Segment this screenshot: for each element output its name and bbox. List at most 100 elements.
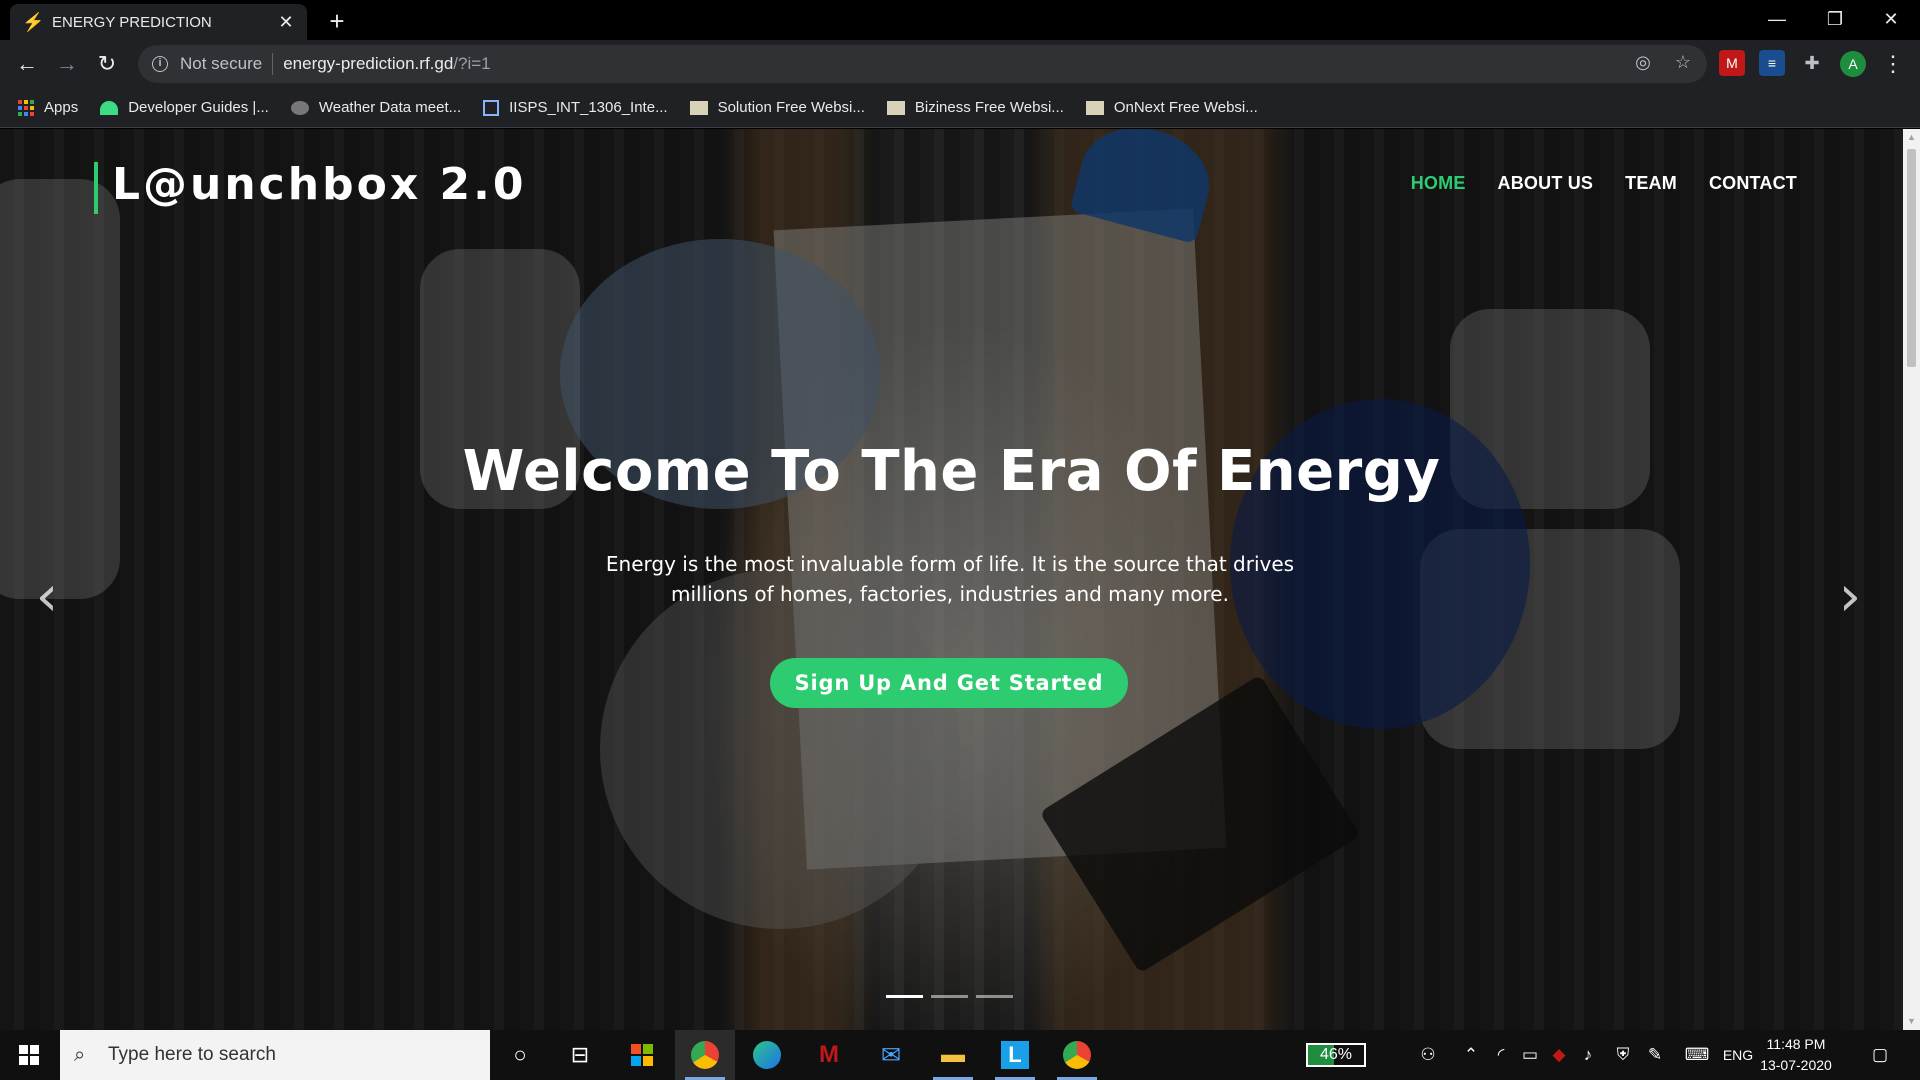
bookmark-onnext[interactable]: OnNext Free Websi...	[1085, 99, 1258, 116]
browser-tab[interactable]: ⚡ ENERGY PREDICTION ✕	[10, 4, 307, 40]
bookmark-apps[interactable]: Apps	[18, 99, 78, 116]
clock[interactable]: 11:48 PM 13-07-2020	[1760, 1034, 1832, 1076]
clock-time: 11:48 PM	[1766, 1036, 1826, 1052]
document-icon	[483, 99, 500, 116]
hero-headline: Welcome To The Era Of Energy	[462, 439, 1441, 504]
forward-button[interactable]: →	[53, 50, 81, 78]
info-icon[interactable]: i	[152, 56, 168, 72]
mcafee-tray-icon[interactable]: ◆	[1546, 1030, 1572, 1080]
bookmark-label: IISPS_INT_1306_Inte...	[509, 99, 668, 116]
carousel-next-icon[interactable]: ›	[1830, 567, 1870, 627]
volume-icon[interactable]: ♪	[1575, 1030, 1601, 1080]
android-icon	[100, 100, 119, 115]
mcafee-icon[interactable]: M	[799, 1030, 859, 1080]
page-icon	[1085, 100, 1104, 115]
carousel-prev-icon[interactable]: ‹	[27, 567, 67, 627]
taskbar-search[interactable]: ⌕ Type here to search	[60, 1030, 490, 1080]
task-view-icon[interactable]: ⊟	[550, 1030, 610, 1080]
nav-about-us[interactable]: ABOUT US	[1498, 173, 1594, 194]
launcher-l-icon[interactable]: L	[985, 1030, 1045, 1080]
search-icon: ⌕	[74, 1044, 86, 1066]
bookmark-label: Apps	[44, 99, 79, 116]
file-explorer-icon[interactable]: ▬	[923, 1030, 983, 1080]
site-logo[interactable]: L@unchbox 2.0	[112, 159, 526, 210]
nav-home[interactable]: HOME	[1411, 173, 1466, 194]
url-path: /?i=1	[453, 54, 491, 73]
language-indicator[interactable]: ENG	[1720, 1030, 1756, 1080]
chevron-up-icon[interactable]: ⌃	[1458, 1030, 1484, 1080]
bookmark-biziness[interactable]: Biziness Free Websi...	[886, 99, 1064, 116]
bookmark-label: OnNext Free Websi...	[1113, 99, 1258, 116]
minimize-button[interactable]: —	[1748, 0, 1806, 38]
weather-icon	[290, 100, 309, 115]
hero-subtext-line: Energy is the most invaluable form of li…	[605, 552, 1295, 576]
apps-grid-icon	[18, 99, 34, 116]
wifi-icon[interactable]: ◜	[1488, 1030, 1514, 1080]
back-button[interactable]: ←	[13, 50, 41, 78]
shield-icon[interactable]: ⛨	[1610, 1030, 1636, 1080]
close-tab-icon[interactable]: ✕	[277, 13, 295, 31]
lightning-icon: ⚡	[22, 12, 45, 32]
restore-button[interactable]: ❐	[1806, 0, 1864, 38]
bookmark-label: Developer Guides |...	[128, 99, 269, 116]
carousel-indicator[interactable]	[931, 995, 968, 998]
battery-percent: 46%	[1319, 1046, 1353, 1063]
clock-date: 13-07-2020	[1760, 1057, 1832, 1073]
profile-avatar[interactable]: A	[1840, 51, 1866, 77]
chrome-icon[interactable]	[675, 1030, 735, 1080]
signup-button[interactable]: Sign Up And Get Started	[770, 658, 1128, 708]
search-placeholder: Type here to search	[108, 1044, 276, 1065]
tab-strip: ⚡ ENERGY PREDICTION ✕ + — ❐ ✕	[0, 0, 1920, 40]
store-glyph	[631, 1044, 653, 1066]
mcafee-extension-icon[interactable]: M	[1719, 50, 1745, 76]
page-viewport: L@unchbox 2.0 HOME ABOUT US TEAM CONTACT…	[0, 129, 1903, 1030]
bookmark-label: Biziness Free Websi...	[914, 99, 1064, 116]
carousel-indicators	[886, 995, 1013, 998]
store-icon[interactable]	[612, 1030, 672, 1080]
bookmark-weather-data[interactable]: Weather Data meet...	[290, 99, 462, 116]
edge-icon[interactable]	[737, 1030, 797, 1080]
windows-icon	[19, 1045, 39, 1065]
bookmark-solution[interactable]: Solution Free Websi...	[689, 99, 865, 116]
new-tab-button[interactable]: +	[323, 8, 351, 36]
puzzle-icon[interactable]: ✚	[1799, 50, 1825, 76]
battery-tray-icon[interactable]: ▭	[1517, 1030, 1543, 1080]
chrome-glyph	[691, 1041, 719, 1069]
battery-indicator[interactable]: 46%	[1306, 1043, 1366, 1067]
security-status: Not secure	[180, 54, 263, 73]
url-host: energy-prediction.rf.gd	[283, 54, 454, 73]
page-scrollbar[interactable]: ▲ ▼	[1903, 129, 1920, 1030]
keyboard-icon[interactable]: ⌨	[1680, 1030, 1714, 1080]
nav-contact[interactable]: CONTACT	[1709, 173, 1797, 194]
scroll-down-icon[interactable]: ▼	[1903, 1013, 1920, 1030]
scroll-up-icon[interactable]: ▲	[1903, 129, 1920, 146]
bookmark-star-icon[interactable]: ☆	[1670, 49, 1696, 75]
mail-icon[interactable]: ✉	[861, 1030, 921, 1080]
start-button[interactable]	[0, 1030, 58, 1080]
bookmark-label: Weather Data meet...	[318, 99, 462, 116]
people-icon[interactable]: ⚇	[1410, 1030, 1446, 1080]
page-icon	[886, 100, 905, 115]
bookmark-developer-guides[interactable]: Developer Guides |...	[100, 99, 269, 116]
nav-team[interactable]: TEAM	[1625, 173, 1677, 194]
divider	[272, 53, 274, 75]
cortana-icon[interactable]: ○	[490, 1030, 550, 1080]
hero-subtext-line: millions of homes, factories, industries…	[671, 582, 1229, 606]
bookmark-iisps[interactable]: IISPS_INT_1306_Inte...	[483, 99, 668, 116]
carousel-indicator[interactable]	[976, 995, 1013, 998]
reload-button[interactable]: ↻	[93, 50, 121, 78]
notification-icon[interactable]: ▢	[1862, 1030, 1898, 1080]
browser-toolbar: ← → ↻ i Not secure energy-prediction.rf.…	[0, 40, 1920, 88]
chrome-profile-icon[interactable]	[1047, 1030, 1107, 1080]
menu-icon[interactable]: ⋮	[1882, 50, 1904, 78]
scrollbar-thumb[interactable]	[1907, 149, 1916, 367]
close-window-button[interactable]: ✕	[1862, 0, 1920, 38]
main-nav: HOME ABOUT US TEAM CONTACT	[1411, 173, 1797, 194]
page-icon	[689, 100, 708, 115]
tab-title: ENERGY PREDICTION	[52, 13, 212, 31]
carousel-indicator[interactable]	[886, 995, 923, 998]
eye-off-icon[interactable]: ◎	[1630, 49, 1656, 75]
reader-extension-icon[interactable]: ≡	[1759, 50, 1785, 76]
address-bar[interactable]: i Not secure energy-prediction.rf.gd /?i…	[138, 45, 1707, 83]
pen-icon[interactable]: ✎	[1642, 1030, 1668, 1080]
